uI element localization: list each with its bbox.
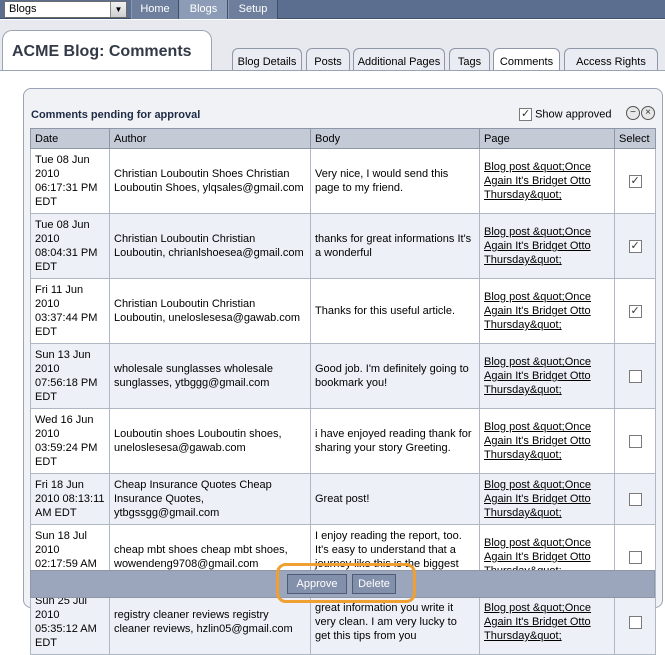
date-cell: Sun 13 Jun 2010 07:56:18 PM EDT (30, 343, 110, 409)
column-header-author[interactable]: Author (109, 128, 311, 149)
site-select-value: Blogs (9, 3, 37, 15)
nav-tab-setup[interactable]: Setup (228, 0, 278, 19)
table-row[interactable]: Sun 13 Jun 2010 07:56:18 PM EDT wholesale… (30, 343, 656, 409)
date-cell: Fri 18 Jun 2010 08:13:11 AM EDT (30, 473, 110, 525)
chevron-down-icon[interactable]: ▼ (110, 2, 126, 17)
body-cell: Thanks for this useful article. (310, 278, 480, 344)
table-row[interactable]: Tue 08 Jun 2010 08:04:31 PM EDT Christian… (30, 213, 656, 279)
table-row[interactable]: Wed 16 Jun 2010 03:59:24 PM EDT Louboutin… (30, 408, 656, 474)
page-cell[interactable]: Blog post &quot;Once Again It's Bridget … (479, 213, 615, 279)
collapse-icon[interactable]: − (626, 106, 640, 120)
table-row[interactable]: Fri 18 Jun 2010 08:13:11 AM EDT Cheap Ins… (30, 473, 656, 525)
select-cell (614, 408, 656, 474)
select-checkbox[interactable] (628, 550, 642, 564)
page-link[interactable]: Blog post &quot;Once Again It's Bridget … (484, 421, 591, 461)
table-row[interactable]: Tue 08 Jun 2010 06:17:31 PM EDT Christian… (30, 148, 656, 214)
date-cell: Tue 08 Jun 2010 08:04:31 PM EDT (30, 213, 110, 279)
author-cell: Christian Louboutin Shoes Christian Loub… (109, 148, 311, 214)
table-row[interactable]: Fri 11 Jun 2010 03:37:44 PM EDT Christian… (30, 278, 656, 344)
tab-additional-pages[interactable]: Additional Pages (353, 48, 445, 70)
page-cell[interactable]: Blog post &quot;Once Again It's Bridget … (479, 343, 615, 409)
date-cell: Fri 11 Jun 2010 03:37:44 PM EDT (30, 278, 110, 344)
page-title: ACME Blog: Comments (12, 43, 192, 60)
column-header-select[interactable]: Select (614, 128, 656, 149)
select-checkbox[interactable] (628, 434, 642, 448)
select-cell (614, 473, 656, 525)
page-link[interactable]: Blog post &quot;Once Again It's Bridget … (484, 161, 591, 201)
column-header-date[interactable]: Date (30, 128, 110, 149)
nav-tab-blogs[interactable]: Blogs (179, 0, 228, 19)
page-cell[interactable]: Blog post &quot;Once Again It's Bridget … (479, 589, 615, 655)
date-cell: Tue 08 Jun 2010 06:17:31 PM EDT (30, 148, 110, 214)
page-link[interactable]: Blog post &quot;Once Again It's Bridget … (484, 479, 591, 519)
author-cell: Christian Louboutin Christian Louboutin,… (109, 278, 311, 344)
body-cell: thanks for great informations It's a won… (310, 213, 480, 279)
body-cell: Good job. I'm definitely going to bookma… (310, 343, 480, 409)
tab-access-rights[interactable]: Access Rights (564, 48, 658, 70)
body-cell: i have enjoyed reading thank for sharing… (310, 408, 480, 474)
select-checkbox[interactable] (628, 492, 642, 506)
page-link[interactable]: Blog post &quot;Once Again It's Bridget … (484, 291, 591, 331)
page-link[interactable]: Blog post &quot;Once Again It's Bridget … (484, 356, 591, 396)
show-approved-label: Show approved (535, 108, 612, 121)
select-cell (614, 213, 656, 279)
select-cell (614, 589, 656, 655)
delete-button[interactable]: Delete (352, 574, 396, 594)
select-cell (614, 148, 656, 214)
author-cell: Cheap Insurance Quotes Cheap Insurance Q… (109, 473, 311, 525)
select-cell (614, 278, 656, 344)
author-cell: wholesale sunglasses wholesale sunglasse… (109, 343, 311, 409)
select-checkbox[interactable] (628, 369, 642, 383)
nav-tab-home[interactable]: Home (131, 0, 179, 19)
select-checkbox[interactable] (628, 239, 642, 253)
page-link[interactable]: Blog post &quot;Once Again It's Bridget … (484, 602, 591, 642)
site-select[interactable]: Blogs ▼ (4, 1, 127, 18)
column-header-body[interactable]: Body (310, 128, 480, 149)
select-checkbox[interactable] (628, 615, 642, 629)
tab-tags[interactable]: Tags (449, 48, 490, 70)
select-checkbox[interactable] (628, 174, 642, 188)
body-cell: Great post! (310, 473, 480, 525)
show-approved-toggle[interactable]: Show approved (519, 107, 612, 122)
table-header-row: Date Author Body Page Select (30, 128, 656, 149)
page-cell[interactable]: Blog post &quot;Once Again It's Bridget … (479, 408, 615, 474)
show-approved-checkbox[interactable] (519, 107, 532, 121)
panel-title: Comments pending for approval (31, 109, 201, 121)
page-cell[interactable]: Blog post &quot;Once Again It's Bridget … (479, 148, 615, 214)
page-title-tab: ACME Blog: Comments (2, 30, 212, 70)
body-cell: Very nice, I would send this page to my … (310, 148, 480, 214)
author-cell: Christian Louboutin Christian Louboutin,… (109, 213, 311, 279)
tab-blog-details[interactable]: Blog Details (232, 48, 302, 70)
select-cell (614, 343, 656, 409)
select-checkbox[interactable] (628, 304, 642, 318)
tab-posts[interactable]: Posts (306, 48, 350, 70)
date-cell: Sun 25 Jul 2010 05:35:12 AM EDT (30, 589, 110, 655)
date-cell: Wed 16 Jun 2010 03:59:24 PM EDT (30, 408, 110, 474)
close-icon[interactable]: × (641, 106, 655, 120)
approve-button[interactable]: Approve (287, 574, 347, 594)
column-header-page[interactable]: Page (479, 128, 615, 149)
author-cell: Louboutin shoes Louboutin shoes, unelosl… (109, 408, 311, 474)
page-cell[interactable]: Blog post &quot;Once Again It's Bridget … (479, 278, 615, 344)
page-cell[interactable]: Blog post &quot;Once Again It's Bridget … (479, 473, 615, 525)
page-link[interactable]: Blog post &quot;Once Again It's Bridget … (484, 226, 591, 266)
tab-comments[interactable]: Comments (493, 48, 560, 70)
